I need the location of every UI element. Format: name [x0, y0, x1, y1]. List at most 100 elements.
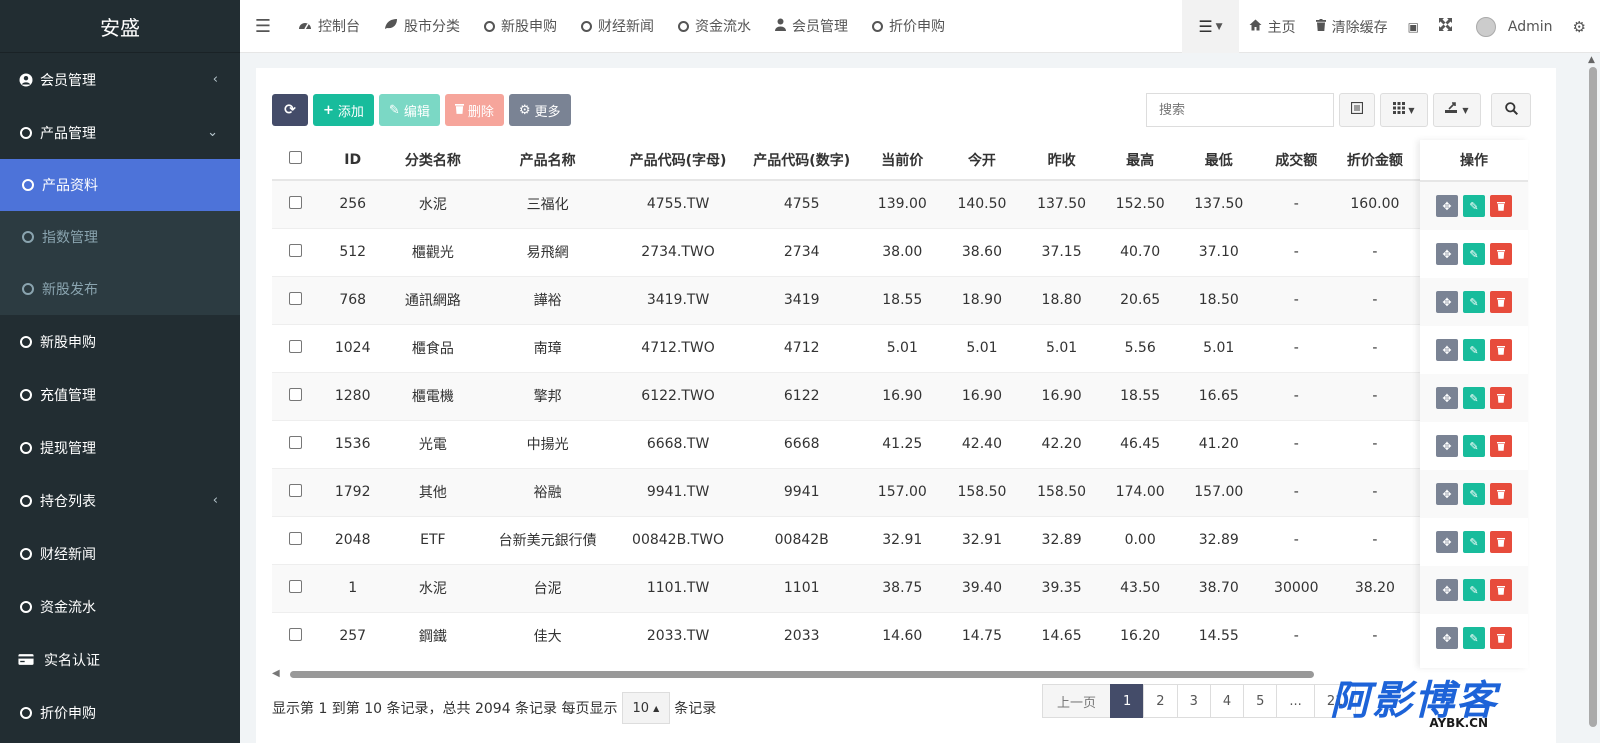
row-select-cell[interactable] — [272, 179, 320, 228]
drag-handle-button[interactable]: ✥ — [1436, 339, 1458, 361]
row-delete-button[interactable] — [1490, 579, 1512, 601]
scroll-left-arrow-icon[interactable]: ◀ — [272, 668, 280, 679]
column-header[interactable]: ID — [319, 140, 387, 181]
toggle-view-button[interactable] — [1339, 93, 1375, 127]
drag-handle-button[interactable]: ✥ — [1436, 243, 1458, 265]
row-edit-button[interactable]: ✎ — [1463, 243, 1485, 265]
sidebar-item-verification[interactable]: 实名认证 — [0, 633, 240, 686]
row-delete-button[interactable] — [1490, 339, 1512, 361]
row-edit-button[interactable]: ✎ — [1463, 291, 1485, 313]
sidebar-item-members[interactable]: 会员管理 ‹ — [0, 53, 240, 106]
row-select-cell[interactable] — [272, 227, 320, 276]
row-select-cell[interactable] — [272, 515, 320, 564]
row-select-cell[interactable] — [272, 467, 320, 516]
nav-stock-categories[interactable]: 股市分类 — [372, 0, 472, 53]
column-header[interactable]: 今开 — [941, 140, 1023, 181]
column-header[interactable]: 成交额 — [1258, 140, 1335, 181]
column-header[interactable]: 折价金额 — [1334, 140, 1416, 181]
drag-handle-button[interactable]: ✥ — [1436, 387, 1458, 409]
brand-logo[interactable]: 安盛 — [0, 0, 240, 53]
row-edit-button[interactable]: ✎ — [1463, 387, 1485, 409]
menu-toggle-icon[interactable]: ☰ — [240, 16, 286, 37]
sidebar-subitem-index[interactable]: 指数管理 — [0, 211, 240, 263]
row-edit-button[interactable]: ✎ — [1463, 627, 1485, 649]
nav-dashboard[interactable]: 控制台 — [286, 0, 372, 53]
nav-discount[interactable]: 折价申购 — [860, 0, 957, 53]
sidebar-subitem-product-info[interactable]: 产品资料 — [0, 159, 240, 211]
row-checkbox[interactable] — [289, 531, 303, 545]
column-header[interactable]: 产品名称 — [479, 140, 616, 181]
row-checkbox[interactable] — [289, 291, 303, 305]
sidebar-item-ipo[interactable]: 新股申购 — [0, 315, 240, 368]
sidebar-item-positions[interactable]: 持仓列表 ‹ — [0, 474, 240, 527]
row-checkbox[interactable] — [289, 435, 303, 449]
drag-handle-button[interactable]: ✥ — [1436, 435, 1458, 457]
fullscreen-button[interactable] — [1429, 0, 1462, 53]
row-checkbox[interactable] — [289, 243, 303, 257]
row-checkbox[interactable] — [289, 579, 303, 593]
table-row[interactable]: 512 櫃觀光 易飛網 2734.TWO 2734 38.00 38.60 37.15 40.7… — [272, 227, 1528, 276]
row-select-cell[interactable] — [272, 323, 320, 372]
row-edit-button[interactable]: ✎ — [1463, 435, 1485, 457]
page-button-3[interactable]: 3 — [1176, 684, 1211, 718]
nav-cashflow[interactable]: 资金流水 — [666, 0, 763, 53]
vertical-scrollbar[interactable]: ▲ — [1588, 55, 1598, 741]
column-header[interactable]: 产品代码(数字) — [740, 140, 863, 181]
delete-button[interactable]: 删除 — [444, 94, 504, 126]
table-row[interactable]: 1536 光電 中揚光 6668.TW 6668 41.25 42.40 42.20 46.45… — [272, 419, 1528, 468]
sidebar-item-products[interactable]: 产品管理 ⌄ — [0, 106, 240, 159]
sidebar-item-discount[interactable]: 折价申购 — [0, 686, 240, 739]
column-header[interactable]: 当前价 — [863, 140, 942, 181]
row-checkbox[interactable] — [289, 483, 303, 497]
select-all-cell[interactable] — [272, 140, 320, 181]
nav-news[interactable]: 财经新闻 — [569, 0, 666, 53]
sidebar-item-cashflow[interactable]: 资金流水 — [0, 580, 240, 633]
drag-handle-button[interactable]: ✥ — [1436, 579, 1458, 601]
column-header[interactable]: 分类名称 — [386, 140, 480, 181]
sidebar-item-recharge[interactable]: 充值管理 — [0, 368, 240, 421]
row-select-cell[interactable] — [272, 419, 320, 468]
settings-button[interactable]: ⚙ — [1567, 0, 1600, 53]
row-edit-button[interactable]: ✎ — [1463, 195, 1485, 217]
sidebar-subitem-ipo-publish[interactable]: 新股发布 — [0, 263, 240, 315]
row-delete-button[interactable] — [1490, 531, 1512, 553]
page-button-1[interactable]: 1 — [1110, 684, 1145, 718]
nav-members[interactable]: 会员管理 — [763, 0, 860, 53]
nav-clear-cache[interactable]: 清除缓存 — [1306, 0, 1398, 53]
page-button-4[interactable]: 4 — [1209, 684, 1245, 718]
row-select-cell[interactable] — [272, 611, 320, 660]
column-header[interactable]: 昨收 — [1022, 140, 1101, 181]
row-delete-button[interactable] — [1490, 627, 1512, 649]
column-header[interactable]: 最高 — [1100, 140, 1180, 181]
row-delete-button[interactable] — [1490, 243, 1512, 265]
column-header[interactable]: 最低 — [1179, 140, 1259, 181]
row-edit-button[interactable]: ✎ — [1463, 339, 1485, 361]
page-prev-button[interactable]: 上一页 — [1042, 684, 1112, 718]
nav-home[interactable]: 主页 — [1239, 0, 1306, 53]
row-delete-button[interactable] — [1490, 387, 1512, 409]
table-row[interactable]: 257 鋼鐵 佳大 2033.TW 2033 14.60 14.75 14.65 16.20 14… — [272, 611, 1528, 660]
column-header[interactable]: 产品代码(字母) — [615, 140, 741, 181]
row-select-cell[interactable] — [272, 275, 320, 324]
table-row[interactable]: 256 水泥 三福化 4755.TW 4755 139.00 140.50 137.50 152… — [272, 179, 1528, 228]
select-all-checkbox[interactable] — [289, 151, 303, 164]
row-edit-button[interactable]: ✎ — [1463, 531, 1485, 553]
row-edit-button[interactable]: ✎ — [1463, 579, 1485, 601]
table-row[interactable]: 1280 櫃電機 擎邦 6122.TWO 6122 16.90 16.90 16.90 18.5… — [272, 371, 1528, 420]
horizontal-scroll-thumb[interactable] — [290, 671, 1314, 678]
page-button-5[interactable]: 5 — [1243, 684, 1278, 718]
user-menu[interactable]: Admin — [1462, 0, 1567, 53]
table-row[interactable]: 1792 其他 裕融 9941.TW 9941 157.00 158.50 158.50 174… — [272, 467, 1528, 516]
drag-handle-button[interactable]: ✥ — [1436, 483, 1458, 505]
drag-handle-button[interactable]: ✥ — [1436, 531, 1458, 553]
row-checkbox[interactable] — [289, 387, 303, 401]
row-checkbox[interactable] — [289, 195, 303, 209]
vertical-scroll-thumb[interactable] — [1589, 67, 1597, 727]
row-delete-button[interactable] — [1490, 291, 1512, 313]
row-checkbox[interactable] — [289, 339, 303, 353]
drag-handle-button[interactable]: ✥ — [1436, 291, 1458, 313]
row-select-cell[interactable] — [272, 563, 320, 612]
more-button[interactable]: ⚙ 更多 — [508, 94, 571, 126]
table-row[interactable]: 1024 櫃食品 南璋 4712.TWO 4712 5.01 5.01 5.01 5.56 5.0… — [272, 323, 1528, 372]
translate-button[interactable]: ▣ — [1398, 0, 1429, 53]
